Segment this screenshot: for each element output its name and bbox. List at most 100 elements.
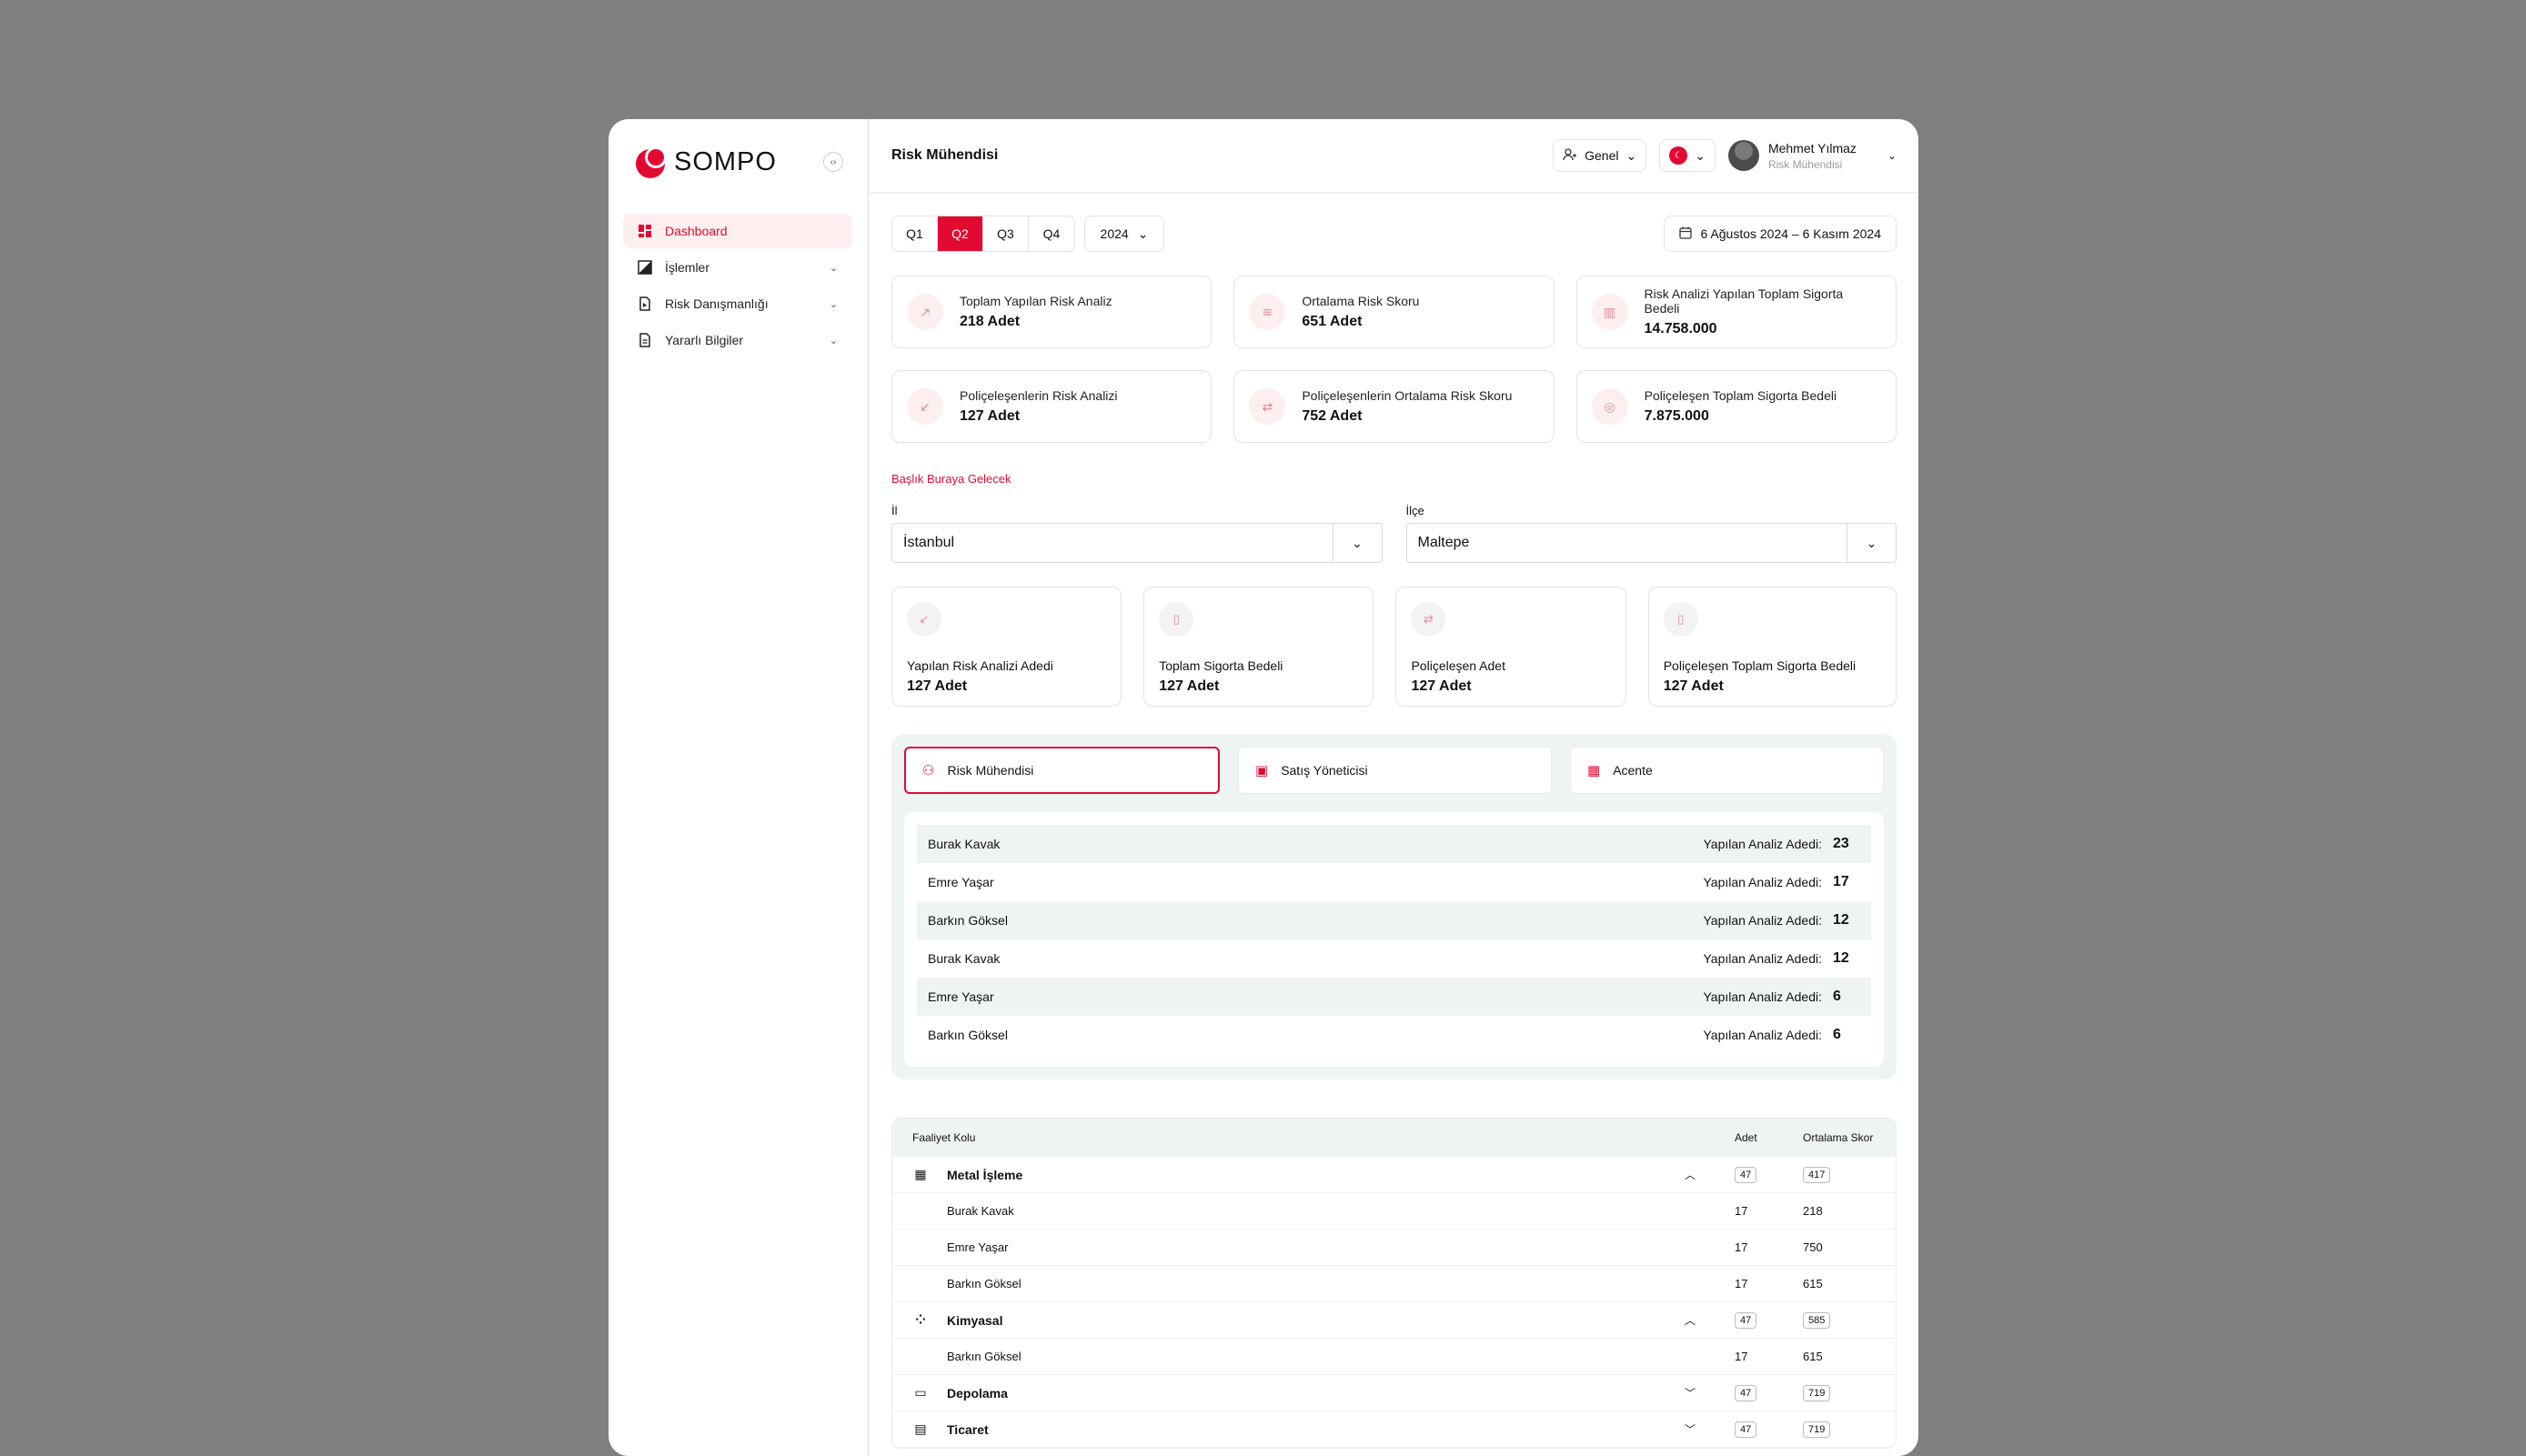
language-dropdown[interactable]: ☾ ⌄	[1659, 139, 1716, 172]
ilce-label: İlçe	[1405, 504, 1424, 517]
skor-badge: 585	[1803, 1312, 1831, 1329]
quarter-button-q2[interactable]: Q2	[938, 216, 983, 251]
manager-badge-icon: ▣	[1255, 763, 1269, 778]
building-icon: ▦	[1587, 763, 1601, 778]
stat-label: Poliçeleşenlerin Risk Analizi	[960, 388, 1118, 403]
rank-name: Emre Yaşar	[928, 989, 994, 1004]
page-title: Risk Mühendisi	[891, 147, 999, 163]
coin-icon: ◎	[1591, 388, 1628, 425]
metric-label: Toplam Sigorta Bedeli	[1159, 658, 1283, 673]
chevron-down-icon: ⌄	[1695, 147, 1706, 163]
row-skor: 218	[1803, 1204, 1823, 1218]
row-adet: 17	[1735, 1240, 1748, 1254]
tab-satis-yoneticisi[interactable]: ▣ Satış Yöneticisi	[1238, 747, 1552, 794]
metric-card: ⇄ Poliçeleşen Adet 127 Adet	[1395, 587, 1626, 707]
user-name: Mehmet Yılmaz	[1767, 140, 1857, 156]
ilce-select[interactable]: Maltepe ⌄	[1405, 523, 1897, 563]
table-row: Barkın Göksel 17 615	[892, 1339, 1896, 1375]
sidebar-item-islemler[interactable]: İşlemler ⌄	[623, 250, 852, 285]
metric-card: ▯ Poliçeleşen Toplam Sigorta Bedeli 127 …	[1647, 587, 1897, 707]
group-name: Depolama	[947, 1385, 1008, 1401]
rank-name: Burak Kavak	[928, 951, 1001, 966]
group-name: Metal İşleme	[947, 1167, 1023, 1182]
role-ranking-panel: ⚇ Risk Mühendisi ▣ Satış Yöneticisi ▦ Ac…	[891, 734, 1897, 1079]
sidebar-item-label: İşlemler	[665, 260, 710, 275]
list-item: Barkın Göksel Yapılan Analiz Adedi: 12	[917, 901, 1871, 939]
quarter-button-q1[interactable]: Q1	[892, 216, 938, 251]
sidebar-item-label: Yararlı Bilgiler	[665, 333, 744, 347]
bar-chart-icon: ▥	[1591, 294, 1628, 330]
column-header-skor: Ortalama Skor	[1803, 1131, 1874, 1144]
row-name: Barkın Göksel	[947, 1277, 1021, 1290]
date-range-picker[interactable]: 6 Ağustos 2024 – 6 Kasım 2024	[1663, 216, 1897, 252]
metric-value: 127 Adet	[1411, 678, 1472, 694]
il-label: İl	[891, 504, 898, 517]
exchange-icon: ⇄	[1249, 388, 1286, 425]
rank-metric-label: Yapılan Analiz Adedi:	[1703, 1028, 1822, 1042]
sidebar-item-risk-danismanligi[interactable]: Risk Danışmanlığı ⌄	[623, 286, 852, 321]
adet-badge: 47	[1735, 1421, 1757, 1438]
ranking-list: Burak Kavak Yapılan Analiz Adedi: 23 Emr…	[904, 812, 1884, 1067]
exchange-icon: ⇄	[1411, 602, 1446, 637]
list-item: Burak Kavak Yapılan Analiz Adedi: 12	[917, 939, 1871, 978]
stat-label: Risk Analizi Yapılan Toplam Sigorta Bede…	[1644, 286, 1844, 316]
table-group-row[interactable]: ▦ Metal İşleme ︿ 47 417	[892, 1157, 1896, 1193]
user-menu[interactable]: Mehmet Yılmaz Risk Mühendisi ⌄	[1727, 140, 1897, 171]
list-item: Emre Yaşar Yapılan Analiz Adedi: 6	[917, 978, 1871, 1016]
tab-risk-muhendisi[interactable]: ⚇ Risk Mühendisi	[904, 747, 1220, 794]
tab-acente[interactable]: ▦ Acente	[1570, 747, 1884, 794]
document-icon	[638, 333, 652, 347]
chevron-down-icon[interactable]: ﹀	[1667, 1421, 1713, 1437]
document-plus-icon: ▯	[1663, 602, 1698, 637]
quarter-button-q3[interactable]: Q3	[983, 216, 1029, 251]
rank-metric-label: Yapılan Analiz Adedi:	[1703, 837, 1822, 851]
table-row: Emre Yaşar 17 750	[892, 1230, 1896, 1266]
rank-metric-label: Yapılan Analiz Adedi:	[1703, 875, 1822, 889]
year-dropdown[interactable]: 2024 ⌄	[1084, 216, 1164, 252]
chevron-up-icon[interactable]: ︿	[1667, 1312, 1713, 1328]
chevron-down-icon[interactable]: ﹀	[1667, 1385, 1713, 1401]
stat-value: 752 Adet	[1302, 408, 1363, 424]
stat-card: ◎ Poliçeleşen Toplam Sigorta Bedeli 7.875…	[1575, 370, 1897, 443]
skor-badge: 719	[1803, 1421, 1831, 1438]
table-group-row[interactable]: ▭ Depolama ﹀ 47 719	[892, 1375, 1896, 1411]
sidebar-item-yararli-bilgiler[interactable]: Yararlı Bilgiler ⌄	[623, 323, 852, 357]
molecule-icon: ⁘	[915, 1312, 926, 1327]
metric-card: ↙ Yapılan Risk Analizi Adedi 127 Adet	[891, 587, 1122, 707]
document-play-icon	[638, 296, 652, 311]
sidebar-nav: Dashboard İşlemler ⌄ Risk Danışmanlığı ⌄	[623, 214, 852, 359]
rank-value: 6	[1833, 1027, 1841, 1042]
stat-label: Poliçeleşenlerin Ortalama Risk Skoru	[1302, 388, 1513, 403]
table-group-row[interactable]: ▤ Ticaret ﹀ 47 719	[892, 1411, 1896, 1448]
collapse-sidebar-button[interactable]: ‹›	[823, 152, 843, 172]
factory-icon: ▦	[914, 1167, 927, 1181]
main-content: Risk Mühendisi Genel ⌄ ☾ ⌄ Mehmet Yılmaz…	[870, 119, 1918, 1456]
stat-value: 127 Adet	[960, 408, 1021, 424]
row-adet: 17	[1735, 1204, 1748, 1218]
chevron-down-icon: ⌄	[1887, 149, 1897, 162]
chevron-down-icon[interactable]: ⌄	[1847, 524, 1896, 562]
rank-value: 12	[1833, 950, 1849, 966]
list-item: Emre Yaşar Yapılan Analiz Adedi: 17	[917, 863, 1871, 901]
column-header-faaliyet: Faaliyet Kolu	[912, 1131, 976, 1144]
document-plus-icon: ▯	[1159, 602, 1194, 637]
adet-badge: 47	[1735, 1385, 1757, 1401]
stat-value: 218 Adet	[960, 314, 1021, 329]
tab-label: Satış Yöneticisi	[1281, 763, 1368, 778]
app-window: SOMPO ‹› Dashboard İşlemler ⌄ Risk Danış…	[609, 119, 1918, 1456]
scope-dropdown[interactable]: Genel ⌄	[1553, 139, 1647, 172]
quarter-button-q4[interactable]: Q4	[1029, 216, 1074, 251]
chevron-down-icon[interactable]: ⌄	[1332, 524, 1382, 562]
rank-value: 12	[1833, 912, 1849, 928]
logo-mark	[636, 146, 667, 178]
adet-badge: 47	[1735, 1167, 1757, 1183]
trend-check-icon: ↙	[907, 602, 941, 637]
warehouse-icon: ▭	[914, 1385, 927, 1400]
row-adet: 17	[1735, 1350, 1748, 1363]
sidebar-item-dashboard[interactable]: Dashboard	[623, 214, 852, 248]
ilce-field: İlçe Maltepe ⌄	[1405, 504, 1897, 563]
table-group-row[interactable]: ⁘ Kimyasal ︿ 47 585	[892, 1302, 1896, 1339]
il-select[interactable]: İstanbul ⌄	[891, 523, 1383, 563]
chevron-down-icon: ⌄	[1137, 226, 1149, 241]
chevron-up-icon[interactable]: ︿	[1667, 1167, 1713, 1182]
